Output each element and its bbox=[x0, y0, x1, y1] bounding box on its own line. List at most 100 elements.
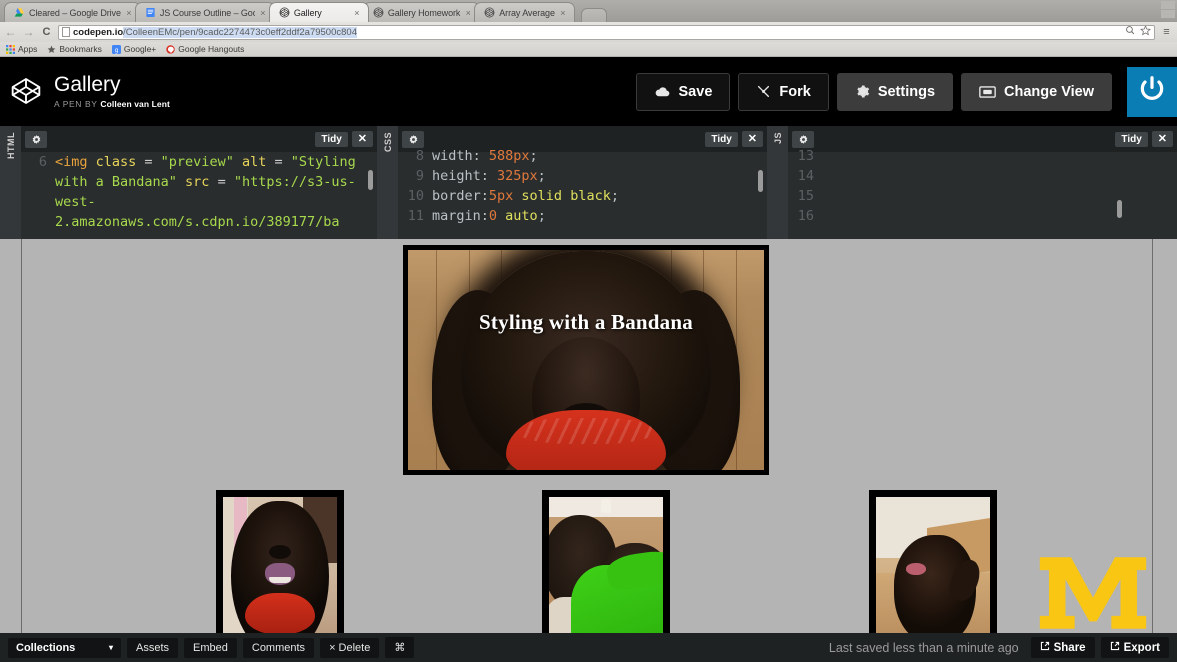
line-number: 15 bbox=[797, 188, 814, 204]
gear-icon[interactable] bbox=[792, 130, 814, 148]
thumbnail-2-content bbox=[549, 497, 663, 633]
bookmark-bookmarks[interactable]: Bookmarks bbox=[47, 44, 102, 54]
thumbnail-image-3[interactable] bbox=[869, 490, 997, 633]
footer-right-actions: Share Export bbox=[1030, 637, 1169, 658]
window-controls[interactable] bbox=[1161, 1, 1175, 18]
browser-tab-1[interactable]: JS Course Outline – Goog × bbox=[134, 2, 275, 22]
window-minimize-button[interactable] bbox=[1161, 1, 1175, 9]
code-row: 10 border:5px solid black; bbox=[398, 186, 767, 206]
back-icon[interactable]: ← bbox=[4, 26, 17, 38]
tab-close-icon[interactable]: × bbox=[352, 8, 362, 18]
reload-icon[interactable]: C bbox=[40, 26, 53, 38]
google-plus-icon: g bbox=[111, 44, 121, 54]
omnibox-icons bbox=[1125, 25, 1151, 39]
tidy-button-css[interactable]: Tidy bbox=[705, 131, 738, 147]
code-row: 8 width: 588px; bbox=[398, 146, 767, 166]
gear-icon bbox=[855, 84, 870, 99]
editor-scrollbar-js[interactable] bbox=[1117, 200, 1122, 218]
editor-tab-html[interactable]: HTML bbox=[0, 126, 21, 239]
editor-body-css[interactable]: Tidy ✕ 8 width: 588px; 9 height: 325px; … bbox=[398, 126, 767, 239]
code-line: height: 325px; bbox=[432, 168, 546, 184]
editor-pane-css: CSS Tidy ✕ 8 width: 588px; 9 height: 325… bbox=[377, 126, 767, 239]
code-area-html[interactable]: 6 <img class = "preview" alt = "Styling … bbox=[21, 152, 377, 239]
save-button[interactable]: Save bbox=[635, 72, 731, 111]
change-view-button-label: Change View bbox=[1004, 83, 1094, 100]
tab-close-icon[interactable]: × bbox=[463, 8, 473, 18]
delete-button[interactable]: × Delete bbox=[320, 637, 380, 658]
thumbnail-image-2[interactable] bbox=[542, 490, 670, 633]
preview-left-edge bbox=[21, 239, 22, 633]
close-pane-html-icon[interactable]: ✕ bbox=[351, 131, 373, 147]
line-number: 8 bbox=[415, 148, 424, 164]
apps-grid-icon bbox=[6, 44, 15, 54]
preview-pane[interactable]: Styling with a Bandana bbox=[0, 239, 1177, 633]
tab-close-icon[interactable]: × bbox=[558, 8, 568, 18]
editor-toolbar-right-js: Tidy ✕ bbox=[1115, 131, 1173, 147]
editor-tab-css-label: CSS bbox=[382, 132, 393, 153]
tidy-button-html[interactable]: Tidy bbox=[315, 131, 348, 147]
bookmark-google-hangouts[interactable]: Google Hangouts bbox=[166, 44, 244, 54]
hero-caption: Styling with a Bandana bbox=[479, 310, 693, 334]
keyboard-shortcuts-button[interactable]: ⌘ bbox=[385, 637, 415, 658]
assets-button[interactable]: Assets bbox=[127, 637, 179, 658]
power-button[interactable] bbox=[1127, 66, 1177, 117]
codepen-icon bbox=[484, 7, 495, 18]
pen-title-block: Gallery A PEN BY Colleen van Lent bbox=[54, 73, 170, 109]
editor-tab-js[interactable]: JS bbox=[767, 126, 788, 239]
fork-button[interactable]: Fork bbox=[738, 72, 829, 111]
university-of-michigan-m-logo-icon bbox=[1038, 553, 1148, 633]
close-pane-css-icon[interactable]: ✕ bbox=[741, 131, 763, 147]
gear-icon[interactable] bbox=[25, 130, 47, 148]
bookmark-label: Apps bbox=[18, 44, 38, 54]
code-row: 14 bbox=[788, 166, 1177, 186]
thumbnail-3-content bbox=[876, 497, 990, 633]
star-icon[interactable] bbox=[1140, 25, 1151, 39]
browser-tab-0[interactable]: Cleared – Google Drive × bbox=[4, 2, 141, 22]
settings-button[interactable]: Settings bbox=[836, 72, 954, 111]
code-line: margin:0 auto; bbox=[432, 208, 546, 224]
editor-toolbar-right-css: Tidy ✕ bbox=[705, 131, 763, 147]
code-area-css[interactable]: 8 width: 588px; 9 height: 325px; 10 bord… bbox=[398, 146, 767, 239]
browser-menu-icon[interactable]: ≡ bbox=[1160, 26, 1173, 38]
tidy-button-js[interactable]: Tidy bbox=[1115, 131, 1148, 147]
gear-icon[interactable] bbox=[402, 130, 424, 148]
page-info-icon[interactable] bbox=[62, 27, 70, 37]
share-button[interactable]: Share bbox=[1030, 637, 1095, 658]
editor-scrollbar-html[interactable] bbox=[368, 170, 373, 190]
bookmark-apps[interactable]: Apps bbox=[6, 44, 37, 54]
url-domain: codepen.io bbox=[73, 26, 124, 38]
codepen-logo-icon[interactable] bbox=[10, 75, 42, 107]
forward-icon[interactable]: → bbox=[22, 26, 35, 38]
save-status: Last saved less than a minute ago bbox=[828, 640, 1019, 655]
share-button-label: Share bbox=[1053, 641, 1086, 654]
comments-button[interactable]: Comments bbox=[242, 637, 315, 658]
change-view-button[interactable]: Change View bbox=[961, 72, 1112, 111]
zoom-icon[interactable] bbox=[1125, 26, 1136, 39]
editor-body-js[interactable]: Tidy ✕ 13 14 15 16 bbox=[788, 126, 1177, 239]
browser-tab-2[interactable]: Gallery × bbox=[268, 2, 369, 22]
hero-image[interactable]: Styling with a Bandana bbox=[403, 245, 769, 475]
embed-button[interactable]: Embed bbox=[184, 637, 237, 658]
browser-tab-3[interactable]: Gallery Homework × bbox=[362, 2, 481, 22]
new-tab-button[interactable] bbox=[580, 8, 607, 22]
line-number: 14 bbox=[797, 168, 814, 184]
editor-tab-html-label: HTML bbox=[5, 132, 16, 159]
close-pane-js-icon[interactable]: ✕ bbox=[1151, 131, 1173, 147]
export-button[interactable]: Export bbox=[1100, 637, 1169, 658]
editor-tab-css[interactable]: CSS bbox=[377, 126, 398, 239]
window-maximize-button[interactable] bbox=[1161, 10, 1175, 18]
code-area-js[interactable]: 13 14 15 16 bbox=[788, 146, 1177, 239]
collections-dropdown[interactable]: Collections ▾ bbox=[8, 637, 121, 658]
address-bar[interactable]: codepen.io/ColleenEMc/pen/9cadc2274473c0… bbox=[58, 24, 1155, 40]
codepen-icon bbox=[279, 7, 290, 18]
browser-tab-4[interactable]: Array Average × bbox=[474, 2, 575, 22]
editor-body-html[interactable]: Tidy ✕ 6 <img class = "preview" alt = "S… bbox=[21, 126, 377, 239]
thumbnail-image-1[interactable] bbox=[216, 490, 344, 633]
editor-pane-html: HTML Tidy ✕ 6 <img class = "preview" alt… bbox=[0, 126, 377, 239]
tab-close-icon[interactable]: × bbox=[124, 8, 134, 18]
editor-scrollbar-css[interactable] bbox=[758, 170, 763, 192]
bookmark-google-plus[interactable]: g Google+ bbox=[111, 44, 156, 54]
tab-close-icon[interactable]: × bbox=[258, 8, 268, 18]
browser-tab-label: Gallery bbox=[293, 7, 322, 18]
